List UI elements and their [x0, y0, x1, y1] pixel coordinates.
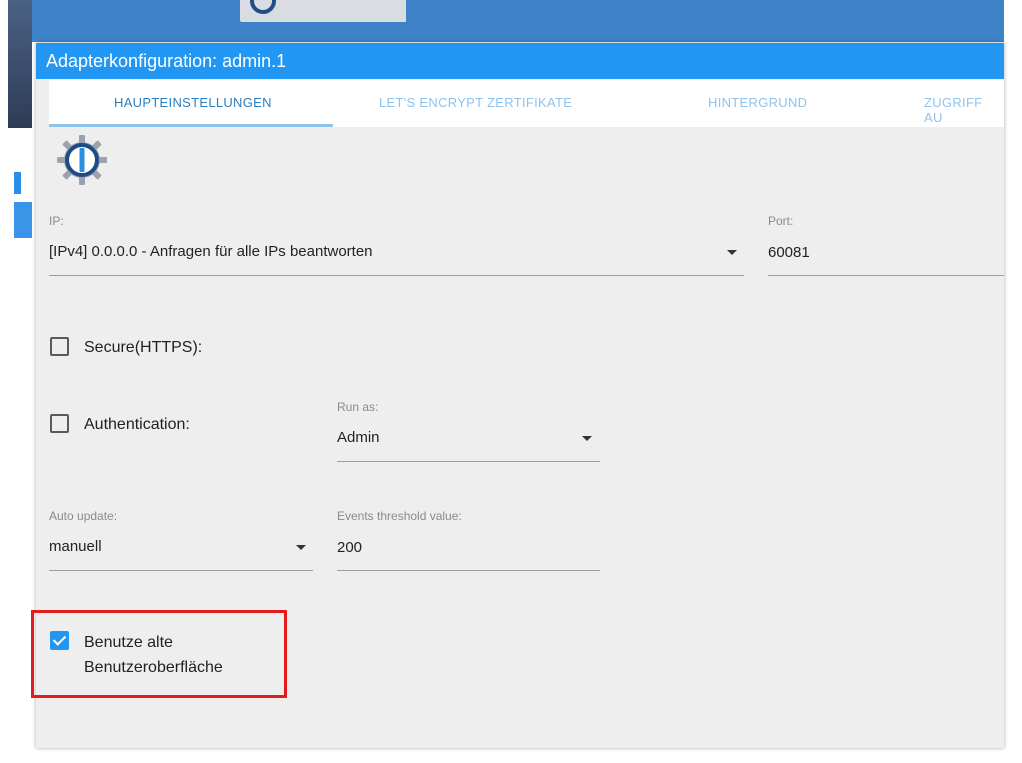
- chevron-down-icon: [296, 545, 306, 550]
- background-sidebar-dark: [8, 0, 32, 128]
- secure-https-label: Secure(HTTPS):: [84, 339, 203, 356]
- run-as-label: Run as:: [337, 400, 379, 414]
- iobroker-logo-icon: [250, 0, 276, 14]
- auto-update-label: Auto update:: [49, 509, 118, 523]
- ip-label: IP:: [49, 214, 64, 228]
- events-threshold-input[interactable]: 200: [337, 528, 600, 571]
- tab-zugriff[interactable]: ZUGRIFF AU: [924, 95, 1004, 125]
- tab-haupteinstellungen[interactable]: HAUPTEINSTELLUNGEN: [114, 95, 272, 110]
- dialog-titlebar: Adapterkonfiguration: admin.1: [36, 43, 1004, 79]
- dialog-title: Adapterkonfiguration: admin.1: [46, 51, 287, 71]
- ip-select[interactable]: [IPv4] 0.0.0.0 - Anfragen für alle IPs b…: [49, 233, 744, 276]
- authentication-label: Authentication:: [84, 416, 190, 433]
- tab-lets-encrypt[interactable]: LET'S ENCRYPT ZERTIFIKATE: [379, 95, 572, 110]
- admin-adapter-logo-icon: [57, 135, 107, 185]
- run-as-select-value: Admin: [337, 429, 380, 446]
- events-threshold-input-value: 200: [337, 539, 363, 556]
- authentication-checkbox[interactable]: [50, 414, 69, 433]
- background-header: [32, 0, 1004, 42]
- events-threshold-label: Events threshold value:: [337, 509, 462, 523]
- tab-hintergrund[interactable]: HINTERGRUND: [708, 95, 807, 110]
- background-sidebar-accent-2: [14, 202, 32, 238]
- port-input-value: 60081: [768, 244, 810, 261]
- chevron-down-icon: [582, 436, 592, 441]
- active-tab-indicator: [49, 124, 333, 127]
- port-label: Port:: [768, 214, 794, 228]
- run-as-select[interactable]: Admin: [337, 419, 600, 462]
- background-header-chip: [240, 0, 406, 22]
- auto-update-select-value: manuell: [49, 538, 102, 555]
- events-threshold-input-underline: [337, 570, 600, 571]
- ip-select-underline: [49, 275, 744, 276]
- highlight-annotation-box: [31, 610, 287, 698]
- port-input[interactable]: 60081: [768, 233, 1004, 276]
- secure-https-checkbox[interactable]: [50, 337, 69, 356]
- run-as-select-underline: [337, 461, 600, 462]
- ip-select-value: [IPv4] 0.0.0.0 - Anfragen für alle IPs b…: [49, 243, 373, 260]
- port-input-underline: [768, 275, 1004, 276]
- tab-bar: HAUPTEINSTELLUNGEN LET'S ENCRYPT ZERTIFI…: [49, 80, 1004, 127]
- auto-update-select[interactable]: manuell: [49, 528, 313, 571]
- background-sidebar-accent: [14, 172, 21, 194]
- auto-update-select-underline: [49, 570, 313, 571]
- chevron-down-icon: [727, 250, 737, 255]
